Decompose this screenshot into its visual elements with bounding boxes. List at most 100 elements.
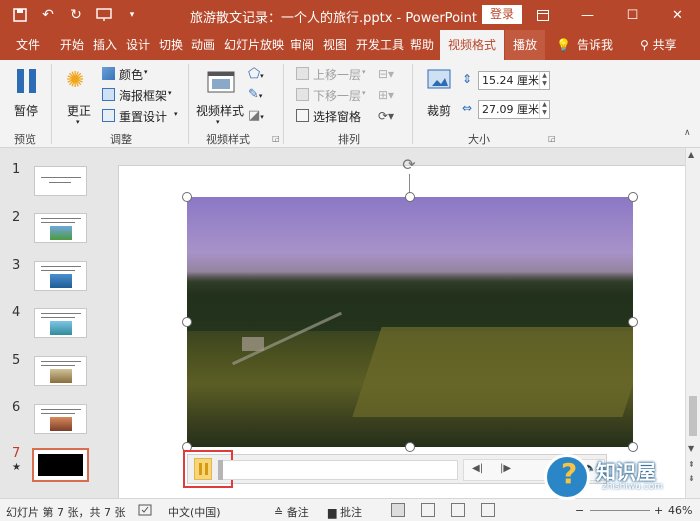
corrections-label: 更正 xyxy=(67,104,92,118)
pause-button[interactable]: 暂停 xyxy=(12,66,42,120)
language-indicator[interactable]: 中文(中国) xyxy=(168,504,221,520)
slide-thumbnail-5[interactable] xyxy=(34,356,87,386)
color-label: 颜色 xyxy=(119,68,144,82)
corrections-button[interactable]: ✺ 更正 ▾ xyxy=(64,66,94,127)
zoom-level[interactable]: 46% xyxy=(668,504,692,517)
document-title: 旅游散文记录：一个人的旅行.pptx - PowerPoint xyxy=(190,11,477,26)
width-value: 27.09 厘米 xyxy=(482,103,539,116)
slide-thumbnail-7[interactable] xyxy=(32,448,89,482)
slide-counter: 幻灯片 第 7 张，共 7 张 xyxy=(6,506,126,519)
tab-help[interactable]: 帮助 xyxy=(410,30,434,60)
height-icon: ⇕ xyxy=(462,72,473,86)
watermark-url: zhishiwu.com xyxy=(602,482,663,492)
zoom-slider[interactable] xyxy=(590,510,650,511)
zoom-in-icon[interactable]: + xyxy=(654,504,663,517)
slide-thumbnail-3[interactable] xyxy=(34,261,87,291)
share-label: 共享 xyxy=(652,38,677,52)
send-backward-label: 下移一层 xyxy=(313,89,362,103)
save-icon[interactable] xyxy=(10,5,30,25)
zoom-out-icon[interactable]: − xyxy=(575,504,584,517)
comments-label: 批注 xyxy=(339,506,362,519)
video-styles-button[interactable]: 视频样式 ▾ xyxy=(196,66,246,126)
normal-view-icon[interactable] xyxy=(391,503,405,517)
video-effects-button[interactable]: ◪▾ xyxy=(248,108,272,124)
video-progress-bar[interactable] xyxy=(218,460,458,480)
vertical-scrollbar[interactable]: ▲ ▼ ⇞ ⇟ xyxy=(685,148,700,498)
resize-handle[interactable] xyxy=(628,317,638,327)
tab-transitions[interactable]: 切换 xyxy=(159,30,183,60)
login-button[interactable]: 登录 xyxy=(482,5,522,24)
customize-qat-icon[interactable]: ▾ xyxy=(122,5,142,25)
tab-design[interactable]: 设计 xyxy=(126,30,150,60)
comments-button[interactable]: ▆ 批注 xyxy=(328,504,362,520)
height-input[interactable]: 15.24 厘米 ▲ ▼ xyxy=(478,71,550,90)
tab-review[interactable]: 审阅 xyxy=(290,30,314,60)
tab-file[interactable]: 文件 xyxy=(16,30,40,60)
resize-handle[interactable] xyxy=(405,192,415,202)
tab-animations[interactable]: 动画 xyxy=(191,30,215,60)
skip-forward-icon[interactable]: |▶ xyxy=(500,463,511,474)
width-spinner[interactable]: ▲ ▼ xyxy=(539,101,549,118)
effects-icon: ◪ xyxy=(248,108,261,123)
notes-button[interactable]: ≙ 备注 xyxy=(274,504,309,520)
scroll-up-icon[interactable]: ▲ xyxy=(688,150,694,159)
resize-handle[interactable] xyxy=(628,192,638,202)
resize-handle[interactable] xyxy=(182,192,192,202)
progress-knob[interactable] xyxy=(218,460,223,480)
redo-icon[interactable]: ↻ xyxy=(66,5,86,25)
dropdown-arrow-icon: ▾ xyxy=(216,118,220,126)
slide-thumbnail-6[interactable] xyxy=(34,404,87,434)
tell-me-search[interactable]: 告诉我 xyxy=(577,30,613,60)
align-icon: ⊟▾ xyxy=(378,67,395,81)
tab-playback[interactable]: 播放 xyxy=(505,30,546,60)
ribbon-display-icon[interactable] xyxy=(520,0,565,30)
resize-handle[interactable] xyxy=(182,317,192,327)
tab-developer[interactable]: 开发工具 xyxy=(356,30,404,60)
status-bar: 幻灯片 第 7 张，共 7 张 中文(中国) ≙ 备注 ▆ 批注 − + 46% xyxy=(0,498,700,521)
slide-sorter-icon[interactable] xyxy=(421,503,435,517)
video-border-button[interactable]: ✎▾ xyxy=(248,87,272,103)
width-input[interactable]: 27.09 厘米 ▲ ▼ xyxy=(478,100,550,119)
person-icon: ⚲ xyxy=(640,38,649,52)
slide-thumbnail-1[interactable] xyxy=(34,166,87,196)
ribbon-body: 暂停 预览 ✺ 更正 ▾ 颜色 ▾ 海报框架 ▾ 重置设计 ▾ 调整 视频样式 … xyxy=(0,60,700,148)
group-objects-icon: ⊞▾ xyxy=(378,88,395,102)
slide-thumbnail-2[interactable] xyxy=(34,213,87,243)
tab-slideshow[interactable]: 幻灯片放映 xyxy=(224,30,284,60)
video-frame[interactable] xyxy=(187,197,633,447)
minimize-icon[interactable]: — xyxy=(565,0,610,30)
dropdown-arrow-icon: ▾ xyxy=(168,89,172,97)
window-controls: — ☐ ✕ xyxy=(520,0,700,30)
resize-handle[interactable] xyxy=(405,442,415,452)
dialog-launcher-icon[interactable]: ◲ xyxy=(272,134,280,143)
pause-icon xyxy=(17,69,36,93)
slide-editor: ⟳ ◀| |▶ 🔈 xyxy=(107,148,685,498)
tab-home[interactable]: 开始 xyxy=(60,30,84,60)
separator xyxy=(51,64,52,144)
poster-frame-label: 海报框架 xyxy=(119,89,168,103)
maximize-icon[interactable]: ☐ xyxy=(610,0,655,30)
crop-button[interactable]: 裁剪 xyxy=(422,66,456,120)
rotate-objects-icon[interactable]: ⟳▾ xyxy=(378,109,394,123)
share-button[interactable]: ⚲ 共享 xyxy=(640,30,677,60)
scrollbar-thumb[interactable] xyxy=(689,396,697,436)
bring-forward-label: 上移一层 xyxy=(313,68,362,82)
width-icon: ⇔ xyxy=(462,101,473,115)
tab-view[interactable]: 视图 xyxy=(323,30,347,60)
undo-icon[interactable]: ↶ xyxy=(38,5,58,25)
close-icon[interactable]: ✕ xyxy=(655,0,700,30)
slide-thumbnail-4[interactable] xyxy=(34,308,87,338)
lightbulb-icon[interactable]: 💡 xyxy=(556,30,571,60)
tab-video-format[interactable]: 视频格式 xyxy=(440,30,505,60)
slideshow-view-icon[interactable] xyxy=(481,503,495,517)
tab-insert[interactable]: 插入 xyxy=(93,30,117,60)
reading-view-icon[interactable] xyxy=(451,503,465,517)
spellcheck-icon[interactable] xyxy=(138,503,152,517)
collapse-ribbon-icon[interactable]: ∧ xyxy=(684,128,691,138)
skip-back-icon[interactable]: ◀| xyxy=(472,463,483,474)
size-dialog-launcher-icon[interactable]: ◲ xyxy=(548,134,556,143)
rotate-handle-icon[interactable]: ⟳ xyxy=(400,156,418,174)
height-spinner[interactable]: ▲ ▼ xyxy=(539,72,549,89)
present-icon[interactable] xyxy=(94,5,114,25)
video-shape-button[interactable]: ⬠▾ xyxy=(248,66,272,82)
